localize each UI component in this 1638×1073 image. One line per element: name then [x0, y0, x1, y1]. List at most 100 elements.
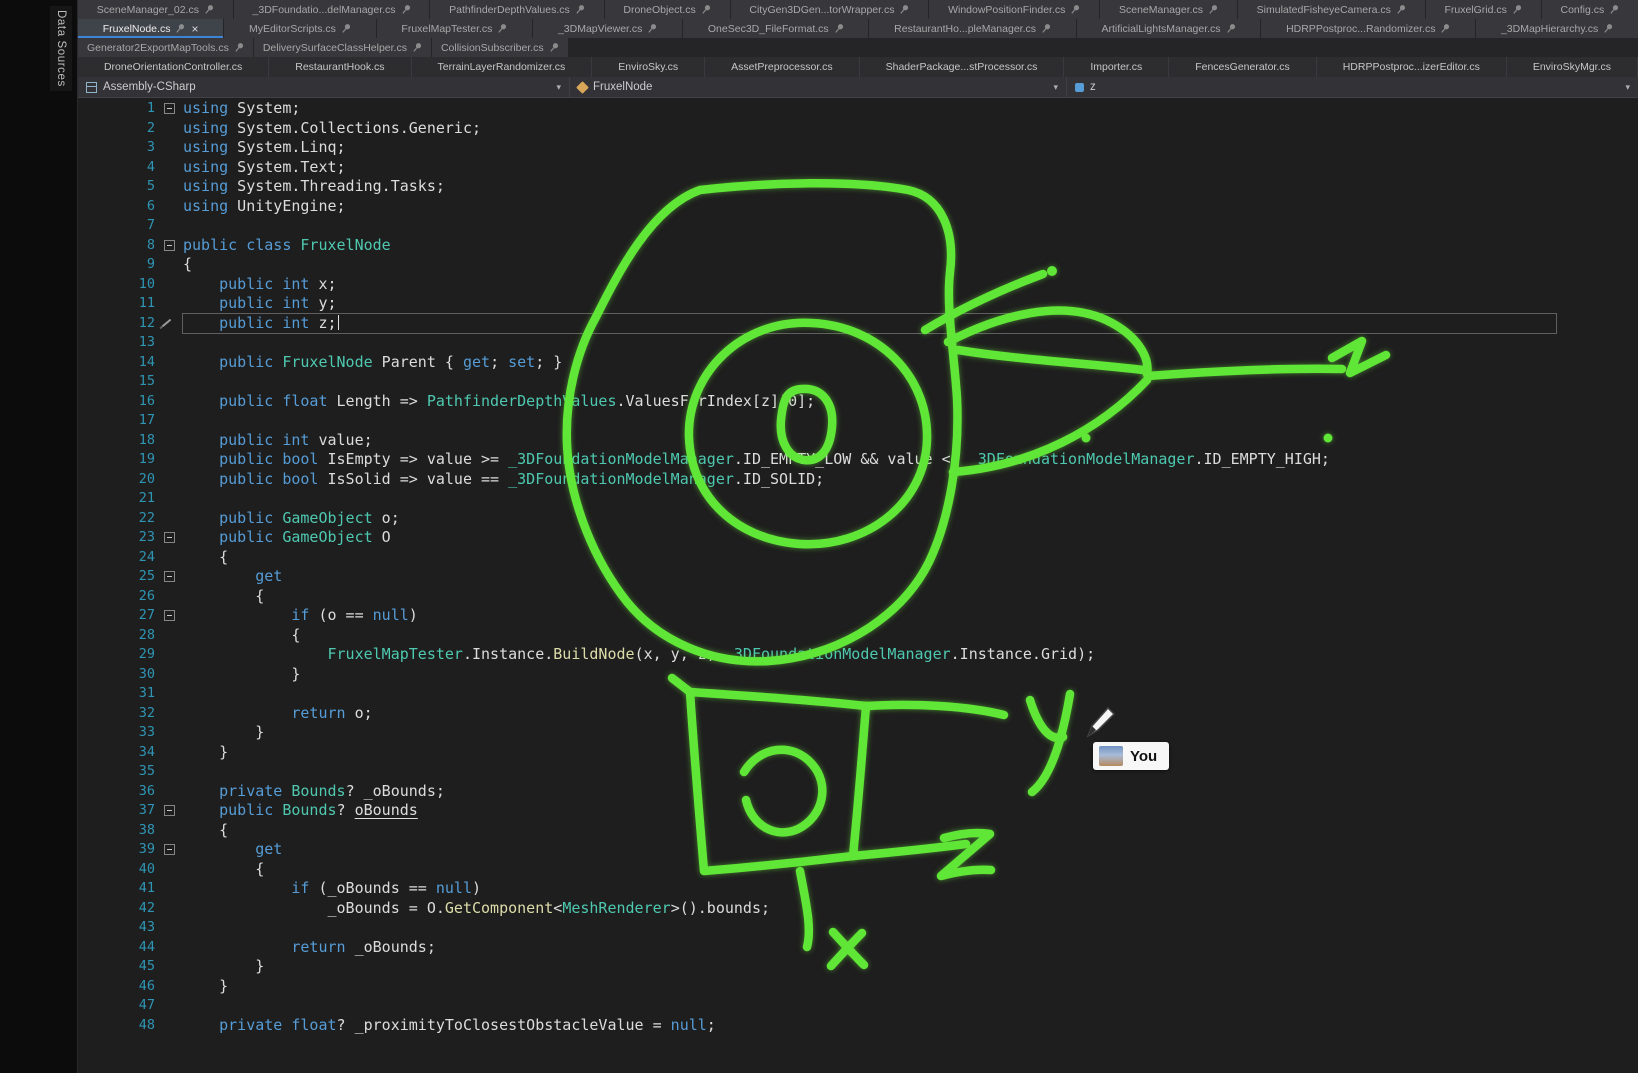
pin-icon[interactable] — [1226, 23, 1236, 34]
code-text: public GameObject O — [183, 528, 1638, 548]
pin-icon[interactable] — [834, 23, 844, 34]
tab-FruxelMapTester.cs[interactable]: FruxelMapTester.cs — [377, 19, 533, 38]
tab-_3DFoundatio...delManager.cs[interactable]: _3DFoundatio...delManager.cs — [234, 0, 430, 19]
pin-icon[interactable] — [899, 4, 909, 15]
fold-collapse-icon[interactable] — [164, 610, 175, 621]
class-icon — [576, 81, 589, 94]
tab-WindowPositionFinder.cs[interactable]: WindowPositionFinder.cs — [929, 0, 1099, 19]
tab-FruxelNode.cs[interactable]: FruxelNode.cs× — [78, 19, 223, 38]
tab-PathfinderDepthValues.cs[interactable]: PathfinderDepthValues.cs — [430, 0, 603, 19]
tab-Generator2ExportMapTools.cs[interactable]: Generator2ExportMapTools.cs — [78, 38, 253, 57]
fold-column — [155, 236, 183, 256]
tab-CollisionSubscriber.cs[interactable]: CollisionSubscriber.cs — [432, 38, 568, 57]
tab-EnviroSkyMgr.cs[interactable]: EnviroSkyMgr.cs — [1507, 57, 1638, 77]
fold-collapse-icon[interactable] — [164, 240, 175, 251]
tab-RestaurantHo...pleManager.cs[interactable]: RestaurantHo...pleManager.cs — [869, 19, 1075, 38]
pin-icon[interactable] — [341, 23, 351, 34]
close-icon[interactable]: × — [191, 23, 198, 35]
pin-icon[interactable] — [497, 23, 507, 34]
type-dropdown[interactable]: FruxelNode ▾ — [570, 77, 1067, 97]
tab-FruxelGrid.cs[interactable]: FruxelGrid.cs — [1426, 0, 1541, 19]
line-number: 40 — [78, 860, 155, 880]
line-number: 13 — [78, 333, 155, 353]
fold-collapse-icon[interactable] — [164, 805, 175, 816]
pin-icon[interactable] — [1609, 4, 1619, 15]
tab-Importer.cs[interactable]: Importer.cs — [1064, 57, 1169, 77]
tab-_3DMapHierarchy.cs[interactable]: _3DMapHierarchy.cs — [1476, 19, 1638, 38]
tab-_3DMapViewer.cs[interactable]: _3DMapViewer.cs — [533, 19, 682, 38]
tab-OneSec3D_FileFormat.cs[interactable]: OneSec3D_FileFormat.cs — [683, 19, 868, 38]
code-editor[interactable]: 1using System;2using System.Collections.… — [78, 98, 1638, 1073]
tab-SceneManager_02.cs[interactable]: SceneManager_02.cs — [78, 0, 233, 19]
fold-column — [155, 275, 183, 295]
tab-ShaderPackage...stProcessor.cs[interactable]: ShaderPackage...stProcessor.cs — [860, 57, 1065, 77]
tab-TerrainLayerRandomizer.cs[interactable]: TerrainLayerRandomizer.cs — [412, 57, 593, 77]
line-number: 19 — [78, 450, 155, 470]
code-line: 12 public int z; — [78, 314, 1638, 334]
code-line: 30 } — [78, 665, 1638, 685]
code-text: if (o == null) — [183, 606, 1638, 626]
tab-label: CollisionSubscriber.cs — [441, 42, 544, 54]
tab-DroneObject.cs[interactable]: DroneObject.cs — [605, 0, 730, 19]
pin-icon[interactable] — [234, 42, 244, 53]
fold-column — [155, 645, 183, 665]
pin-icon[interactable] — [549, 42, 559, 53]
code-text: get — [183, 567, 1638, 587]
code-text: } — [183, 743, 1638, 763]
fold-collapse-icon[interactable] — [164, 844, 175, 855]
line-number: 45 — [78, 957, 155, 977]
code-line: 40 { — [78, 860, 1638, 880]
pin-icon[interactable] — [1396, 4, 1406, 15]
pin-icon[interactable] — [1041, 23, 1051, 34]
pin-icon[interactable] — [412, 42, 422, 53]
tab-Config.cs[interactable]: Config.cs — [1542, 0, 1638, 19]
tab-SceneManager.cs[interactable]: SceneManager.cs — [1100, 0, 1237, 19]
line-number: 16 — [78, 392, 155, 412]
tab-HDRPPostproc...Randomizer.cs[interactable]: HDRPPostproc...Randomizer.cs — [1261, 19, 1475, 38]
left-rail: Data Sources — [0, 0, 78, 1073]
tab-label: _3DFoundatio...delManager.cs — [253, 4, 396, 16]
tab-label: DroneOrientationController.cs — [104, 61, 242, 73]
member-dropdown[interactable]: z ▾ — [1067, 77, 1638, 97]
line-number: 17 — [78, 411, 155, 431]
tab-HDRPPostproc...izerEditor.cs[interactable]: HDRPPostproc...izerEditor.cs — [1317, 57, 1507, 77]
tab-FencesGenerator.cs[interactable]: FencesGenerator.cs — [1169, 57, 1317, 77]
tab-SimulatedFisheyeCamera.cs[interactable]: SimulatedFisheyeCamera.cs — [1238, 0, 1425, 19]
tab-CityGen3DGen...torWrapper.cs[interactable]: CityGen3DGen...torWrapper.cs — [731, 0, 929, 19]
fold-column — [155, 918, 183, 938]
fold-column — [155, 938, 183, 958]
pin-icon[interactable] — [1603, 23, 1613, 34]
tab-ArtificialLightsManager.cs[interactable]: ArtificialLightsManager.cs — [1077, 19, 1261, 38]
fold-collapse-icon[interactable] — [164, 532, 175, 543]
code-line: 8public class FruxelNode — [78, 236, 1638, 256]
pin-icon[interactable] — [1440, 23, 1450, 34]
code-text: return o; — [183, 704, 1638, 724]
pin-icon[interactable] — [204, 4, 214, 15]
data-sources-panel-tab[interactable]: Data Sources — [50, 6, 72, 91]
fold-column — [155, 743, 183, 763]
code-line: 6using UnityEngine; — [78, 197, 1638, 217]
code-line: 14 public FruxelNode Parent { get; set; … — [78, 353, 1638, 373]
pin-icon[interactable] — [1208, 4, 1218, 15]
fold-collapse-icon[interactable] — [164, 571, 175, 582]
tab-MyEditorScripts.cs[interactable]: MyEditorScripts.cs — [224, 19, 375, 38]
pin-icon[interactable] — [1070, 4, 1080, 15]
tab-EnviroSky.cs[interactable]: EnviroSky.cs — [592, 57, 705, 77]
fold-collapse-icon[interactable] — [164, 103, 175, 114]
project-dropdown[interactable]: Assembly-CSharp ▾ — [78, 77, 570, 97]
pin-icon[interactable] — [175, 23, 185, 34]
pin-icon[interactable] — [401, 4, 411, 15]
tab-RestaurantHook.cs[interactable]: RestaurantHook.cs — [269, 57, 411, 77]
pin-icon[interactable] — [701, 4, 711, 15]
pin-icon[interactable] — [1512, 4, 1522, 15]
tab-DeliverySurfaceClassHelper.cs[interactable]: DeliverySurfaceClassHelper.cs — [254, 38, 431, 57]
pin-icon[interactable] — [575, 4, 585, 15]
line-number: 32 — [78, 704, 155, 724]
fold-column — [155, 470, 183, 490]
pin-icon[interactable] — [647, 23, 657, 34]
tab-label: _3DMapHierarchy.cs — [1501, 23, 1598, 35]
chevron-down-icon: ▾ — [556, 82, 561, 93]
tab-AssetPreprocessor.cs[interactable]: AssetPreprocessor.cs — [705, 57, 860, 77]
fold-column — [155, 684, 183, 704]
tab-DroneOrientationController.cs[interactable]: DroneOrientationController.cs — [78, 57, 269, 77]
